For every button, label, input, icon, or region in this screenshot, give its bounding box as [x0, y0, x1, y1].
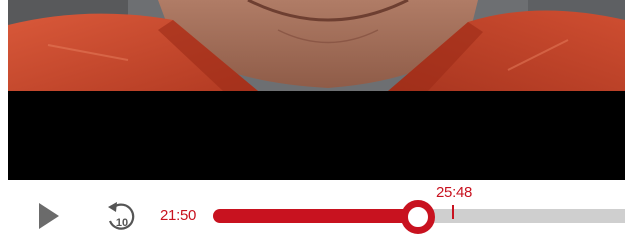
hover-time-tooltip: 25:48 — [436, 184, 473, 201]
video-frame-image — [8, 0, 625, 91]
play-button[interactable] — [37, 201, 61, 231]
video-area[interactable] — [8, 0, 625, 180]
video-player: 10 21:50 25:48 — [0, 0, 625, 243]
control-bar: 10 21:50 25:48 — [0, 180, 625, 243]
seek-played-progress — [213, 209, 415, 223]
seek-hover-marker — [452, 205, 454, 219]
play-icon — [39, 203, 59, 229]
rewind-seconds-label: 10 — [116, 217, 128, 229]
rewind-10-button[interactable]: 10 — [104, 200, 136, 234]
rewind-10-icon: 10 — [108, 202, 135, 230]
seek-bar[interactable] — [213, 200, 625, 234]
video-letterbox — [8, 91, 625, 180]
seek-thumb[interactable] — [401, 200, 435, 234]
current-time: 21:50 — [160, 207, 197, 224]
